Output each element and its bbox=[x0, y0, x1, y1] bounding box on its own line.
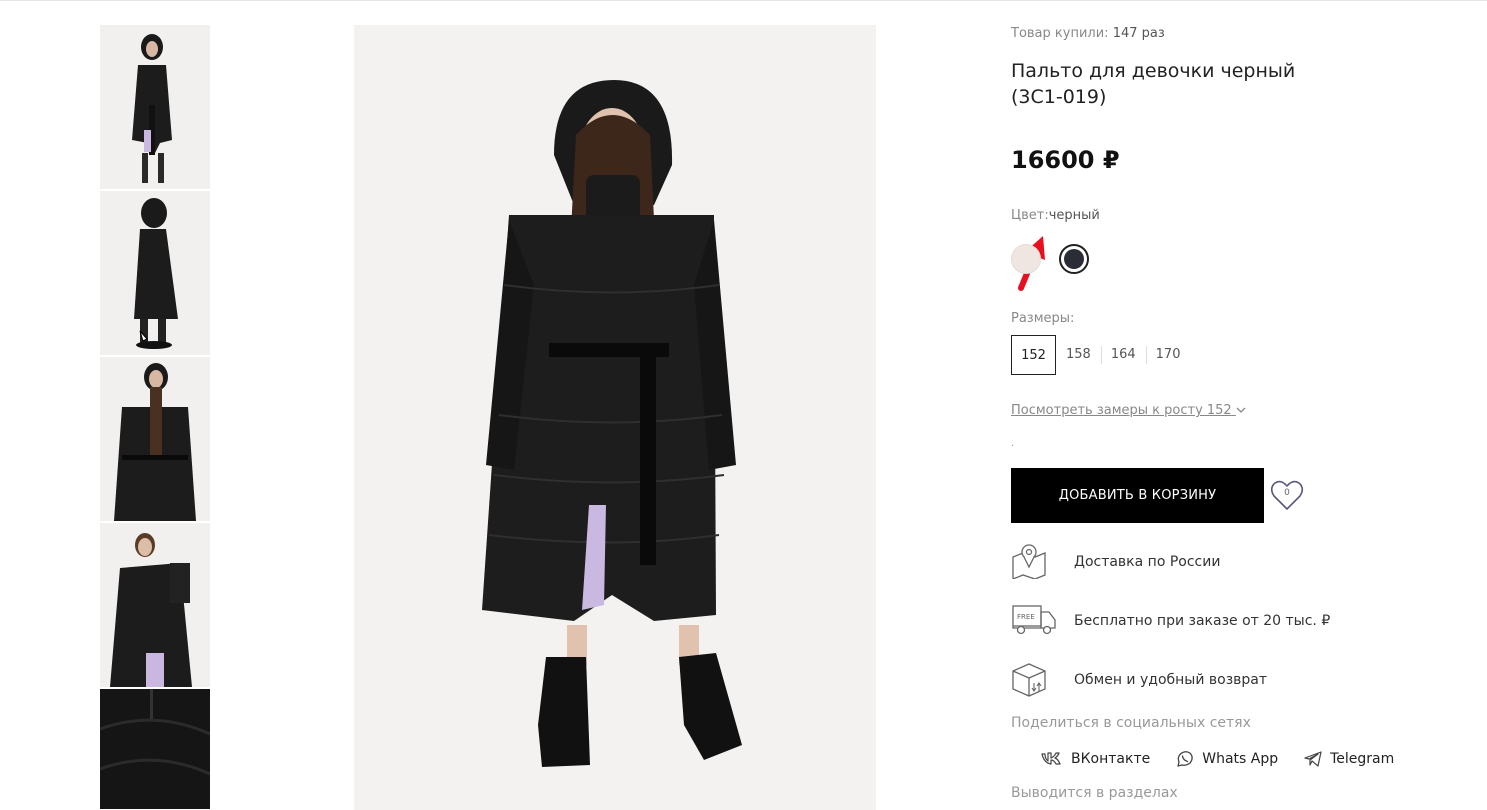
thumbnail-1[interactable] bbox=[100, 25, 210, 189]
sections-label: Выводится в разделах bbox=[1011, 785, 1178, 801]
bought-label: Товар купили: bbox=[1011, 26, 1109, 41]
box-exchange-icon bbox=[1012, 663, 1046, 697]
thumbnail-4[interactable] bbox=[100, 523, 210, 687]
top-divider bbox=[0, 0, 1487, 1]
social-share-links: ВКонтакте Whats App Telegram bbox=[1041, 750, 1420, 768]
vk-icon bbox=[1041, 752, 1061, 765]
measurements-link-text: Посмотреть замеры к росту 152 bbox=[1011, 403, 1232, 418]
favorite-count: 0 bbox=[1284, 488, 1290, 498]
size-option-152[interactable]: 152 bbox=[1011, 335, 1056, 375]
main-product-image bbox=[354, 25, 876, 810]
favorite-button[interactable]: 0 bbox=[1269, 478, 1305, 514]
feature-delivery: Доставка по России bbox=[1011, 543, 1431, 583]
feature-delivery-text: Доставка по России bbox=[1074, 554, 1221, 570]
share-vk-label: ВКонтакте bbox=[1071, 751, 1151, 767]
size-option-164[interactable]: 164 bbox=[1100, 335, 1146, 375]
share-telegram-link[interactable]: Telegram bbox=[1304, 751, 1394, 767]
measurements-link[interactable]: Посмотреть замеры к росту 152 bbox=[1011, 403, 1246, 418]
separator-dot: . bbox=[1011, 438, 1015, 449]
size-option-170[interactable]: 170 bbox=[1145, 335, 1191, 375]
color-swatch-black[interactable] bbox=[1059, 244, 1089, 274]
product-price: 16600 ₽ bbox=[1011, 146, 1120, 174]
feature-free-shipping: FREE Бесплатно при заказе от 20 тыс. ₽ bbox=[1011, 602, 1431, 642]
thumbnail-5[interactable] bbox=[100, 689, 210, 809]
size-selector: 152 158 164 170 bbox=[1011, 335, 1190, 375]
whatsapp-icon bbox=[1177, 751, 1194, 767]
map-pin-icon bbox=[1012, 544, 1046, 579]
thumbnail-3[interactable] bbox=[100, 357, 210, 521]
color-value: черный bbox=[1048, 208, 1100, 223]
product-title: Пальто для девочки черный (3С1-019) bbox=[1011, 60, 1296, 108]
sizes-label: Размеры: bbox=[1011, 311, 1075, 326]
share-whatsapp-label: Whats App bbox=[1202, 751, 1279, 767]
telegram-icon bbox=[1304, 751, 1322, 767]
feature-returns: Обмен и удобный возврат bbox=[1011, 661, 1431, 701]
share-label: Поделиться в социальных сетях bbox=[1011, 715, 1251, 731]
free-truck-icon: FREE bbox=[1012, 605, 1056, 635]
chevron-down-icon bbox=[1236, 407, 1246, 413]
svg-text:FREE: FREE bbox=[1017, 613, 1035, 621]
thumbnail-gallery bbox=[100, 25, 210, 810]
feature-returns-text: Обмен и удобный возврат bbox=[1074, 672, 1268, 688]
share-whatsapp-link[interactable]: Whats App bbox=[1176, 750, 1278, 768]
thumbnail-2[interactable] bbox=[100, 191, 210, 355]
feature-free-shipping-text: Бесплатно при заказе от 20 тыс. ₽ bbox=[1074, 613, 1331, 629]
bought-value: 147 раз bbox=[1112, 26, 1165, 41]
bought-count: Товар купили: 147 раз bbox=[1011, 26, 1165, 41]
size-option-158[interactable]: 158 bbox=[1056, 335, 1101, 375]
color-label-text: Цвет: bbox=[1011, 208, 1049, 223]
share-vk-link[interactable]: ВКонтакте bbox=[1041, 751, 1150, 767]
color-swatch-beige[interactable] bbox=[1011, 244, 1041, 274]
share-telegram-label: Telegram bbox=[1330, 751, 1395, 767]
color-label: Цвет:черный bbox=[1011, 208, 1100, 223]
add-to-cart-button[interactable]: ДОБАВИТЬ В КОРЗИНУ bbox=[1011, 468, 1264, 523]
